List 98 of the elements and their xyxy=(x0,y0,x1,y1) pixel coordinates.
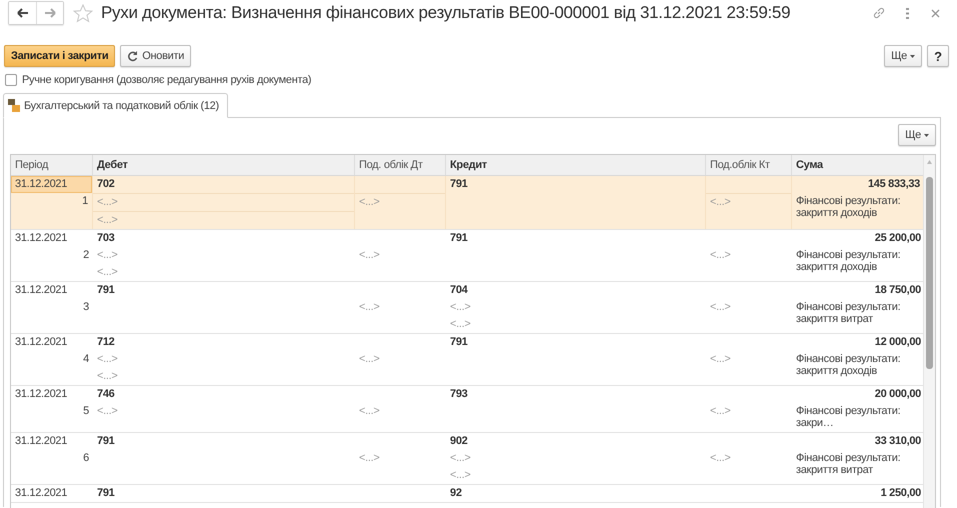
tax-accounting-cell-text: <...> xyxy=(709,404,732,419)
line-number: 6 xyxy=(82,451,90,466)
debit-account: 703 xyxy=(96,231,116,246)
more-vertical-icon[interactable] xyxy=(906,8,908,18)
table-row[interactable]: 31.12.2021 5 746 <...> <...> 793 <...> 20 000,00 Фінансові результати: закри… xyxy=(11,386,924,433)
table-row[interactable]: 31.12.2021 791 92 1 250,00 xyxy=(11,485,924,503)
period-cell-text: 31.12.2021 xyxy=(14,283,68,298)
subconto-cell: <...> xyxy=(93,211,354,229)
tax-accounting-cell-text: <...> xyxy=(709,451,732,466)
entry-content: Фінансові результати: закриття витрат xyxy=(795,451,902,478)
column-header[interactable]: Под. облік Дт xyxy=(355,155,446,175)
line-number: 3 xyxy=(82,300,90,315)
table-row[interactable]: 31.12.2021 2 703 <...> <...> <...> 791 <...> 25 200,00 Фінансові результати: закриття доходів xyxy=(11,230,924,282)
subconto-cell-text: <...> xyxy=(96,369,119,384)
tax-accounting-cell-text: <...> xyxy=(358,404,381,419)
period-cell-text: 31.12.2021 xyxy=(14,231,68,246)
tax-accounting-cell-text: <...> xyxy=(358,352,381,367)
debit-credit-icon xyxy=(8,99,20,112)
right-arrow-icon xyxy=(44,8,56,18)
tax-accounting-cell-text: <...> xyxy=(358,300,381,315)
more-button[interactable]: Ще xyxy=(898,124,936,146)
line-number: 2 xyxy=(82,248,90,263)
amount-cell-text: 20 000,00 xyxy=(874,387,922,402)
table-row[interactable]: 31.12.2021 3 791 <...> 704 <...> <...> <...> 18 750,00 Фінансові результати: закриття витрат xyxy=(11,282,924,334)
column-header[interactable]: Період xyxy=(11,155,93,175)
entry-content: Фінансові результати: закриття доходів xyxy=(795,352,902,379)
debit-account: 712 xyxy=(96,335,116,350)
period-cell: 31.12.2021 xyxy=(11,176,92,193)
tax-accounting-cell: <...> xyxy=(355,193,445,211)
refresh-icon xyxy=(127,50,138,62)
table-row[interactable]: 31.12.2021 1 702 <...> <...> <...> 791 <...> 145 833,33 Фінансові результати: закриття доходів xyxy=(11,176,924,230)
column-header[interactable]: Дебет xyxy=(93,155,355,175)
period-cell-text: 31.12.2021 xyxy=(14,335,68,350)
scroll-up-icon[interactable] xyxy=(927,160,932,164)
line-number: 5 xyxy=(82,404,90,419)
period-cell-text: 31.12.2021 xyxy=(14,486,68,501)
debit-account: 791 xyxy=(96,486,116,501)
subconto-cell-text: <...> xyxy=(96,404,119,419)
entry-content: Фінансові результати: закриття витрат xyxy=(795,300,902,327)
table-row[interactable]: 31.12.2021 6 791 <...> 902 <...> <...> <...> 33 310,00 Фінансові результати: закриття витрат xyxy=(11,433,924,485)
table-row[interactable]: 31.12.2021 4 712 <...> <...> <...> 791 <...> 12 000,00 Фінансові результати: закриття доходів xyxy=(11,334,924,386)
entry-content: Фінансові результати: закриття доходів xyxy=(795,194,902,221)
amount-cell-text: 18 750,00 xyxy=(874,283,922,298)
scrollbar-thumb[interactable] xyxy=(926,177,933,369)
period-cell-text: 31.12.2021 xyxy=(14,434,68,449)
subconto-cell-text: <...> xyxy=(449,317,472,332)
tax-accounting-cell-text: <...> xyxy=(358,248,381,263)
debit-account: 791 xyxy=(96,283,116,298)
scrollbar[interactable] xyxy=(923,155,935,508)
left-arrow-icon xyxy=(16,8,28,18)
amount-cell-text: 145 833,33 xyxy=(866,177,921,192)
column-header[interactable]: Под.облік Кт xyxy=(706,155,792,175)
more-button[interactable]: Ще xyxy=(884,45,922,67)
credit-account: 791 xyxy=(449,177,468,192)
amount-cell-text: 33 310,00 xyxy=(874,434,922,449)
help-button[interactable]: ? xyxy=(927,45,949,67)
period-cell-text: 31.12.2021 xyxy=(14,387,68,402)
entry-content: Фінансові результати: закриття доходів xyxy=(795,248,902,275)
tax-accounting-cell-text: <...> xyxy=(709,300,732,315)
checkbox[interactable] xyxy=(5,74,17,86)
refresh-button[interactable]: Оновити xyxy=(120,45,192,67)
tax-accounting-cell-text: <...> xyxy=(358,451,381,466)
credit-account: 902 xyxy=(449,434,468,449)
amount-cell-text: 25 200,00 xyxy=(874,231,922,246)
subconto-cell: <...> xyxy=(93,193,354,211)
amount-cell-text: 1 250,00 xyxy=(880,486,922,501)
line-number: 1 xyxy=(81,194,89,209)
credit-account: 92 xyxy=(449,486,463,501)
entry-content: Фінансові результати: закри… xyxy=(795,404,902,431)
credit-account: 793 xyxy=(449,387,468,402)
window-title: Рухи документа: Визначення фінансових результатів BE00-000001 від 31.12.2021 23:59:59 xyxy=(101,3,790,23)
column-header[interactable]: Кредит xyxy=(446,155,706,175)
caret-icon xyxy=(924,134,929,136)
checkbox-label: Ручне коригування (дозволяє редагування рухів документа) xyxy=(22,74,312,86)
subconto-cell-text: <...> xyxy=(449,451,472,466)
subconto-cell-text: <...> xyxy=(449,468,472,483)
close-icon[interactable] xyxy=(930,8,940,18)
subconto-cell-text: <...> xyxy=(96,265,119,280)
tax-accounting-cell-text: <...> xyxy=(709,352,732,367)
back-button[interactable] xyxy=(9,2,36,24)
tax-accounting-cell: <...> xyxy=(706,193,791,211)
save-and-close-button[interactable]: Записати і закрити xyxy=(4,45,116,67)
star-icon[interactable] xyxy=(73,4,93,22)
credit-account: 791 xyxy=(449,231,468,246)
subconto-cell-text: <...> xyxy=(96,352,119,367)
tax-accounting-cell-text: <...> xyxy=(709,248,732,263)
amount-cell-text: 12 000,00 xyxy=(874,335,922,350)
credit-account: 791 xyxy=(449,335,468,350)
caret-icon xyxy=(910,54,915,58)
debit-account: 791 xyxy=(96,434,116,449)
debit-account: 702 xyxy=(96,177,116,192)
subconto-cell-text: <...> xyxy=(96,248,119,263)
tab[interactable]: Бухгалтерський та податковий облік (12) xyxy=(3,93,228,118)
link-icon[interactable] xyxy=(872,6,886,20)
debit-account: 746 xyxy=(96,387,116,402)
credit-account: 704 xyxy=(449,283,469,298)
line-number: 4 xyxy=(82,352,90,367)
subconto-cell-text: <...> xyxy=(449,300,472,315)
